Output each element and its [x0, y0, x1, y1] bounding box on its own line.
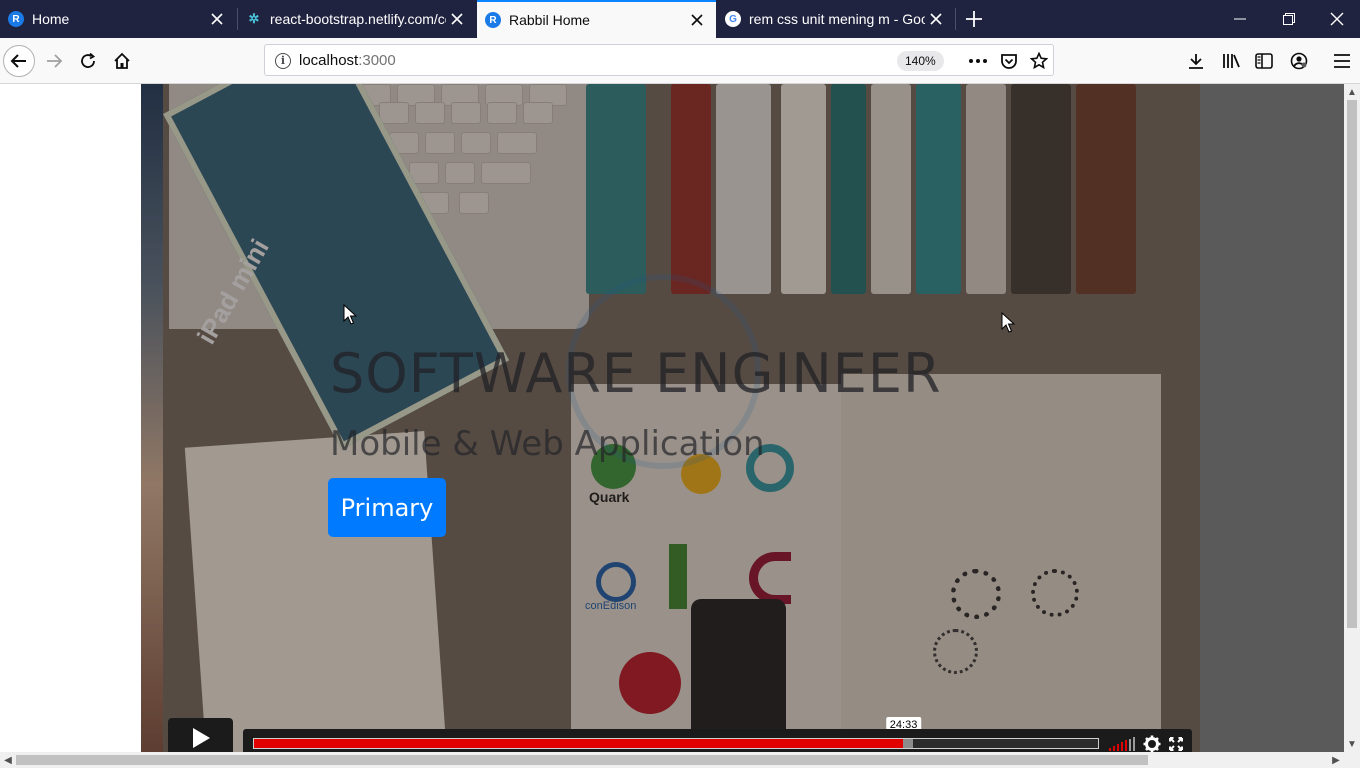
- progress-played: [254, 739, 904, 748]
- scroll-right-arrow-icon[interactable]: ▶: [1328, 752, 1344, 768]
- bookmark-star-icon[interactable]: [1028, 50, 1050, 72]
- url-text[interactable]: localhost:3000: [299, 52, 396, 69]
- forward-arrow-icon[interactable]: [38, 45, 70, 77]
- hero-overlay: [141, 84, 1200, 752]
- back-arrow-icon[interactable]: [3, 45, 35, 77]
- page-actions-icon[interactable]: [967, 50, 989, 72]
- library-icon[interactable]: [1215, 45, 1247, 77]
- close-icon[interactable]: [925, 8, 947, 30]
- scroll-up-arrow-icon[interactable]: ▲: [1344, 84, 1360, 100]
- scroll-left-arrow-icon[interactable]: ◀: [0, 752, 16, 768]
- tab-home[interactable]: R Home: [0, 0, 236, 38]
- primary-button[interactable]: Primary: [328, 478, 446, 537]
- horizontal-scroll-thumb[interactable]: [16, 755, 1148, 765]
- react-bootstrap-icon: ✲: [248, 11, 260, 26]
- tab-title: Home: [32, 11, 70, 27]
- page-viewport: iPad mini Quark conEdison SOFTWARE ENGIN…: [0, 84, 1344, 752]
- play-button[interactable]: [168, 718, 233, 752]
- tab-react-bootstrap[interactable]: ✲ react-bootstrap.netlify.com/co: [238, 0, 476, 38]
- home-icon[interactable]: [106, 45, 138, 77]
- sidebar-toggle-icon[interactable]: [1248, 45, 1280, 77]
- hero-section: iPad mini Quark conEdison SOFTWARE ENGIN…: [141, 84, 1200, 752]
- page-backdrop: [1199, 84, 1344, 752]
- tab-rabbil-home[interactable]: R Rabbil Home: [477, 0, 716, 38]
- url-host: localhost: [299, 52, 359, 69]
- tab-separator: [955, 8, 956, 30]
- site-info-icon[interactable]: i: [275, 53, 291, 69]
- tab-title: rem css unit mening m - Googl: [749, 11, 925, 27]
- tab-google-search[interactable]: G rem css unit mening m - Googl: [717, 0, 955, 38]
- hero-title: SOFTWARE ENGINEER: [330, 342, 942, 405]
- react-logo-icon: R: [485, 12, 501, 28]
- address-bar[interactable]: i localhost:3000 140%: [264, 44, 1054, 76]
- react-logo-icon: R: [8, 11, 24, 27]
- vertical-scroll-thumb[interactable]: [1347, 100, 1357, 628]
- zoom-level-badge[interactable]: 140%: [897, 51, 944, 71]
- scroll-down-arrow-icon[interactable]: ▼: [1344, 736, 1360, 752]
- fullscreen-icon[interactable]: [1166, 734, 1186, 752]
- hero-subtitle: Mobile & Web Application: [330, 424, 765, 464]
- video-controls-bar: [243, 729, 1192, 752]
- volume-icon[interactable]: [1109, 737, 1135, 751]
- pocket-icon[interactable]: [998, 50, 1020, 72]
- tab-strip: R Home ✲ react-bootstrap.netlify.com/co …: [0, 0, 1360, 38]
- reload-icon[interactable]: [72, 45, 104, 77]
- restore-icon[interactable]: [1266, 0, 1312, 38]
- hamburger-menu-icon[interactable]: [1326, 45, 1358, 77]
- tab-title: react-bootstrap.netlify.com/co: [270, 11, 446, 27]
- play-icon: [192, 728, 210, 748]
- horizontal-scrollbar[interactable]: ◀ ▶: [0, 752, 1344, 768]
- new-tab-icon[interactable]: [960, 6, 988, 32]
- close-icon[interactable]: [446, 8, 468, 30]
- vertical-scrollbar[interactable]: ▲ ▼: [1344, 84, 1360, 752]
- close-icon[interactable]: [686, 9, 708, 31]
- progress-bar[interactable]: [253, 738, 1099, 749]
- minimize-icon[interactable]: [1217, 0, 1263, 38]
- url-port: :3000: [358, 52, 396, 69]
- close-window-icon[interactable]: [1314, 0, 1360, 38]
- navigation-toolbar: i localhost:3000 140%: [0, 38, 1360, 84]
- google-icon: G: [725, 11, 741, 27]
- account-icon[interactable]: [1283, 45, 1315, 77]
- tab-title: Rabbil Home: [509, 12, 590, 28]
- scrollbar-corner: [1344, 752, 1360, 768]
- close-icon[interactable]: [206, 8, 228, 30]
- settings-gear-icon[interactable]: [1142, 734, 1162, 752]
- downloads-icon[interactable]: [1180, 45, 1212, 77]
